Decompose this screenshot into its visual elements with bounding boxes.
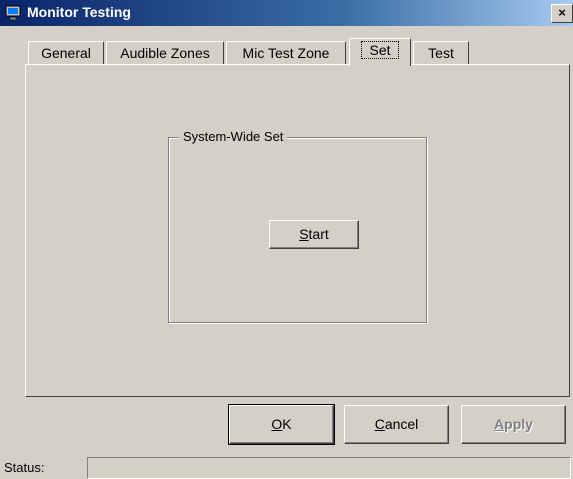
cancel-button[interactable]: Cancel (344, 405, 449, 444)
tab-test[interactable]: Test (413, 41, 469, 65)
tab-label: General (41, 45, 91, 61)
status-label: Status: (4, 460, 45, 475)
apply-button[interactable]: Apply (461, 405, 566, 444)
ok-button[interactable]: OK (228, 404, 335, 445)
start-button[interactable]: Start (269, 220, 359, 249)
apply-label: pply (504, 416, 533, 432)
status-field (87, 457, 571, 479)
cancel-label: ancel (384, 416, 419, 432)
tab-label: Test (428, 45, 454, 61)
cancel-mnemonic: C (374, 416, 385, 432)
start-label: tart (308, 226, 329, 242)
ok-mnemonic: O (271, 416, 283, 432)
tab-label: Mic Test Zone (242, 45, 330, 61)
apply-mnemonic: A (494, 416, 505, 432)
tab-general[interactable]: General (28, 41, 104, 65)
tab-audible-zones[interactable]: Audible Zones (106, 41, 224, 65)
group-title: System-Wide Set (179, 129, 288, 144)
window-title: Monitor Testing (27, 4, 131, 20)
close-icon: × (558, 5, 566, 20)
tab-label: Set (361, 41, 399, 59)
system-wide-set-group: System-Wide Set Start (168, 129, 427, 323)
title-bar: Monitor Testing × (0, 0, 573, 26)
ok-label: K (282, 416, 292, 432)
tab-panel-set: System-Wide Set Start (25, 64, 570, 397)
monitor-icon (5, 5, 21, 21)
tab-label: Audible Zones (120, 45, 210, 61)
tab-mic-test-zone[interactable]: Mic Test Zone (226, 41, 346, 65)
close-button[interactable]: × (551, 4, 573, 23)
tab-set[interactable]: Set (349, 38, 411, 66)
start-mnemonic: S (299, 226, 309, 242)
status-bar: Status: (0, 455, 573, 479)
